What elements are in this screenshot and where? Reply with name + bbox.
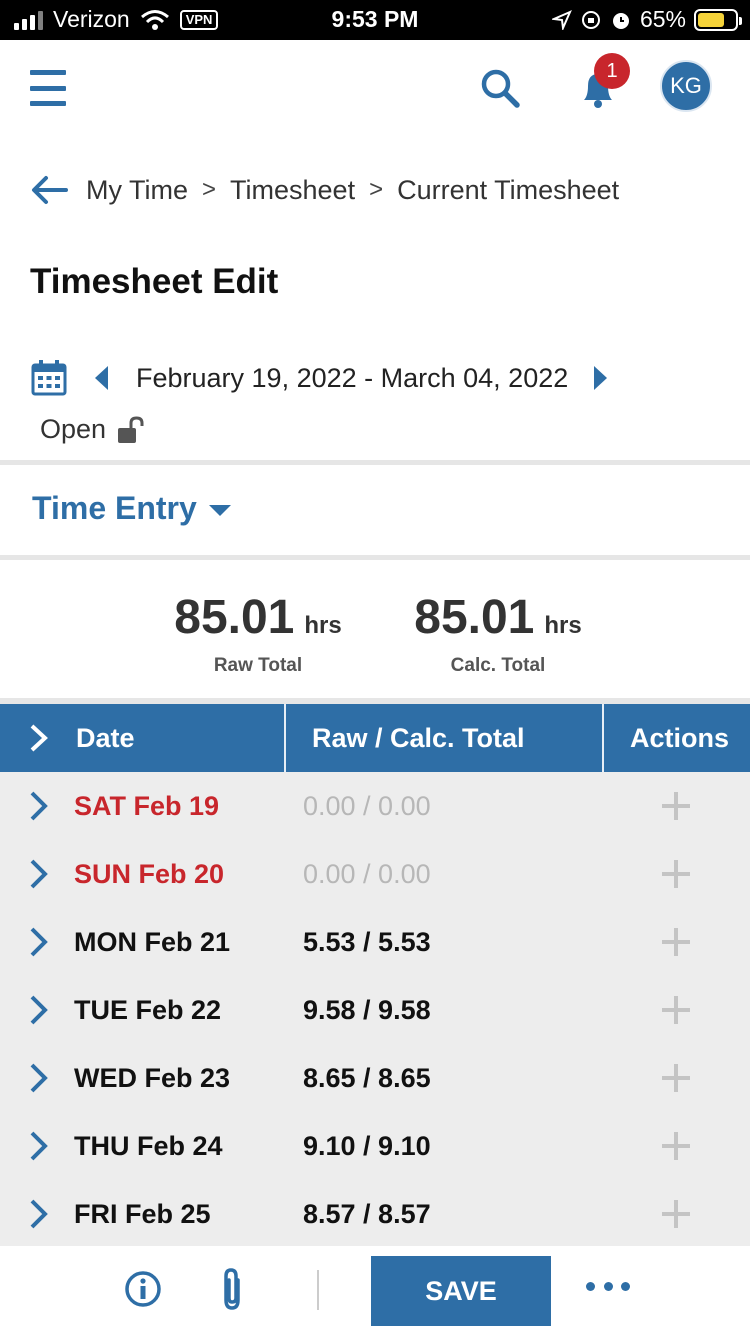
- raw-total: 85.01 hrs Raw Total: [168, 590, 348, 677]
- row-total: 8.57 / 8.57: [303, 1198, 431, 1229]
- save-button[interactable]: SAVE: [371, 1256, 551, 1326]
- raw-total-label: Raw Total: [213, 655, 303, 676]
- breadcrumb: My Time > Timesheet > Current Timesheet: [30, 168, 619, 212]
- status-label: Open: [40, 414, 107, 444]
- breadcrumb-current-timesheet: Current Timesheet: [397, 174, 620, 205]
- plus-icon[interactable]: [662, 928, 690, 956]
- column-header-date-label: Date: [76, 722, 135, 753]
- calc-total-unit: hrs: [544, 612, 582, 639]
- caret-down-icon: [208, 505, 231, 516]
- chevron-right-icon[interactable]: [28, 858, 50, 890]
- row-day: FRI Feb 25: [74, 1198, 211, 1229]
- table-row[interactable]: MON Feb 21 5.53 / 5.53: [0, 908, 750, 976]
- expand-all-chevron-icon[interactable]: [28, 723, 50, 753]
- table-row[interactable]: TUE Feb 22 9.58 / 9.58: [0, 976, 750, 1044]
- back-arrow-icon[interactable]: [30, 175, 68, 205]
- hamburger-icon[interactable]: [30, 70, 66, 106]
- raw-total-unit: hrs: [304, 612, 342, 639]
- chevron-right-icon[interactable]: [28, 994, 50, 1026]
- table-row[interactable]: SUN Feb 20 0.00 / 0.00: [0, 840, 750, 908]
- row-total: 9.58 / 9.58: [303, 994, 431, 1025]
- breadcrumb-separator: >: [202, 176, 217, 203]
- time-entry-dropdown[interactable]: Time Entry: [32, 490, 231, 527]
- chevron-right-icon[interactable]: [28, 1198, 50, 1230]
- page-title: Timesheet Edit: [30, 262, 279, 301]
- chevron-right-icon[interactable]: [28, 926, 50, 958]
- plus-icon[interactable]: [662, 1200, 690, 1228]
- breadcrumb-my-time[interactable]: My Time: [86, 175, 188, 206]
- table-row[interactable]: SAT Feb 19 0.00 / 0.00: [0, 772, 750, 840]
- column-header-actions: Actions: [602, 704, 750, 772]
- table-body: SAT Feb 19 0.00 / 0.00 SUN Feb 20 0.00 /…: [0, 772, 750, 1246]
- table-header: Date Raw / Calc. Total Actions: [0, 704, 750, 772]
- column-header-total-label: Raw / Calc. Total: [312, 722, 525, 753]
- table-row[interactable]: WED Feb 23 8.65 / 8.65: [0, 1044, 750, 1112]
- plus-icon[interactable]: [662, 1132, 690, 1160]
- time-entry-label: Time Entry: [32, 490, 197, 526]
- status-bar: Verizon VPN 9:53 PM 65%: [0, 0, 750, 40]
- row-total: 9.10 / 9.10: [303, 1130, 431, 1161]
- more-icon[interactable]: [586, 1282, 630, 1296]
- battery-icon: [694, 8, 742, 31]
- timesheet-status: Open: [40, 414, 146, 445]
- calc-total: 85.01 hrs Calc. Total: [408, 590, 588, 677]
- chevron-right-icon[interactable]: [28, 790, 50, 822]
- location-icon: [551, 9, 572, 30]
- row-day: THU Feb 24: [74, 1130, 223, 1161]
- row-day: WED Feb 23: [74, 1062, 231, 1093]
- row-day: SAT Feb 19: [74, 790, 220, 821]
- bottom-toolbar: SAVE: [0, 1246, 750, 1334]
- breadcrumb-separator: >: [369, 176, 384, 203]
- toolbar-divider: [317, 1270, 319, 1310]
- alarm-icon: [612, 12, 629, 29]
- row-day: SUN Feb 20: [74, 858, 225, 889]
- table-row[interactable]: THU Feb 24 9.10 / 9.10: [0, 1112, 750, 1180]
- chevron-right-icon[interactable]: [588, 363, 612, 393]
- chevron-right-icon[interactable]: [28, 1130, 50, 1162]
- row-total: 8.65 / 8.65: [303, 1062, 431, 1093]
- rotation-lock-icon: [581, 10, 600, 29]
- calc-total-label: Calc. Total: [450, 655, 546, 676]
- battery-percent: 65%: [639, 6, 686, 32]
- row-day: MON Feb 21: [74, 926, 231, 957]
- column-header-total: Raw / Calc. Total: [284, 704, 602, 772]
- section-divider: [0, 460, 750, 465]
- calendar-icon[interactable]: [30, 359, 68, 397]
- info-icon[interactable]: [124, 1270, 162, 1308]
- date-range-selector: February 19, 2022 - March 04, 2022: [30, 356, 612, 400]
- column-header-date[interactable]: Date: [28, 704, 284, 772]
- avatar[interactable]: KG: [660, 60, 712, 112]
- row-total: 0.00 / 0.00: [303, 858, 431, 889]
- row-total: 0.00 / 0.00: [303, 790, 431, 821]
- plus-icon[interactable]: [662, 792, 690, 820]
- search-icon[interactable]: [480, 68, 520, 108]
- date-range-label: February 19, 2022 - March 04, 2022: [136, 362, 569, 393]
- paperclip-icon[interactable]: [218, 1266, 248, 1312]
- chevron-left-icon[interactable]: [90, 363, 114, 393]
- row-total: 5.53 / 5.53: [303, 926, 431, 957]
- calc-total-value: 85.01: [414, 591, 535, 644]
- totals-summary: 85.01 hrs Raw Total 85.01 hrs Calc. Total: [0, 560, 750, 698]
- unlock-icon: [118, 415, 144, 443]
- plus-icon[interactable]: [662, 996, 690, 1024]
- raw-total-value: 85.01: [174, 591, 295, 644]
- plus-icon[interactable]: [662, 860, 690, 888]
- table-row[interactable]: FRI Feb 25 8.57 / 8.57: [0, 1180, 750, 1248]
- notification-badge[interactable]: 1: [594, 53, 630, 89]
- breadcrumb-timesheet[interactable]: Timesheet: [230, 175, 355, 206]
- column-header-actions-label: Actions: [630, 722, 730, 753]
- row-day: TUE Feb 22: [74, 994, 222, 1025]
- plus-icon[interactable]: [662, 1064, 690, 1092]
- app-bar: 1 KG: [0, 40, 750, 132]
- chevron-right-icon[interactable]: [28, 1062, 50, 1094]
